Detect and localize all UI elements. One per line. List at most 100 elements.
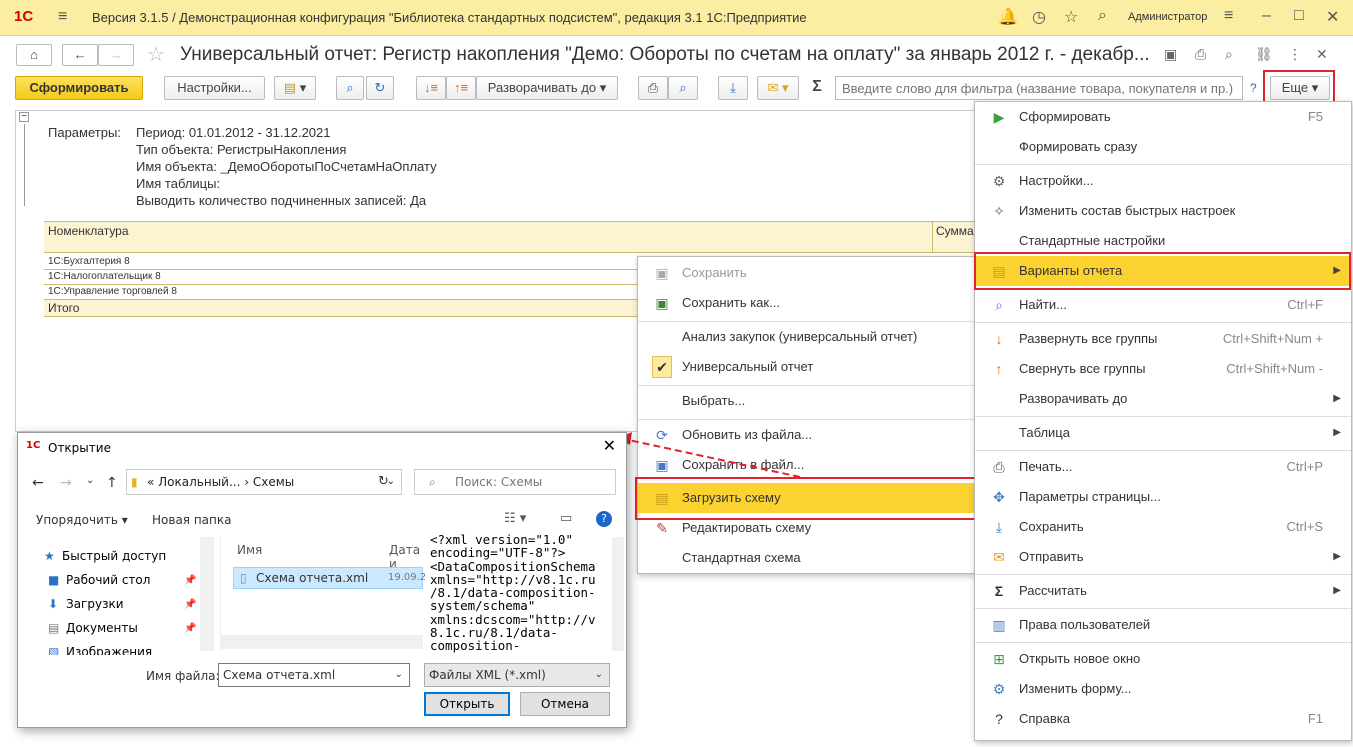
favorites-icon[interactable]: ☆ — [1064, 7, 1078, 27]
filter-input[interactable] — [835, 76, 1243, 100]
collapse-all-button[interactable]: ↑≡ — [446, 76, 476, 100]
menu-item-save[interactable]: ▣ Сохранить — [638, 258, 974, 288]
horizontal-scrollbar[interactable] — [221, 635, 423, 649]
menu-item-table[interactable]: Таблица ▶ — [975, 418, 1351, 448]
menu-item-calculate[interactable]: Σ Рассчитать ▶ — [975, 576, 1351, 606]
open-button[interactable]: Открыть — [424, 692, 510, 716]
menu-item-purchase-analysis[interactable]: Анализ закупок (универсальный отчет) — [638, 322, 974, 352]
nav-images[interactable]: ▧ Изображения — [48, 645, 152, 655]
favorite-star-icon[interactable]: ☆ — [147, 42, 165, 67]
search-icon[interactable]: ⌕ — [1098, 7, 1107, 25]
chevron-down-icon[interactable]: ⌄ — [395, 664, 403, 686]
menu-icon[interactable]: ≡ — [58, 8, 67, 26]
table-row[interactable]: 1С:Управление торговлей 8 — [44, 285, 638, 300]
nav-documents[interactable]: ▤ Документы — [48, 621, 138, 635]
bell-icon[interactable]: 🔔 — [998, 7, 1018, 27]
minimize-icon[interactable]: – — [1262, 7, 1271, 25]
send-button[interactable]: ✉ ▾ — [757, 76, 799, 100]
print-icon[interactable]: ⎙ — [1195, 46, 1206, 63]
variants-dropdown-button[interactable]: ▤ ▾ — [274, 76, 316, 100]
menu-item-user-rights[interactable]: ▥ Права пользователей — [975, 610, 1351, 640]
menu-item-help[interactable]: ? Справка F1 — [975, 704, 1351, 734]
expand-to-label: Разворачивать до — [487, 80, 597, 95]
menu-item-refresh-from-file[interactable]: ⟳ Обновить из файла... — [638, 420, 974, 450]
help-icon[interactable]: ? — [1250, 81, 1257, 95]
new-folder-button[interactable]: Новая папка — [152, 513, 231, 527]
expand-to-button[interactable]: Разворачивать до ▾ — [476, 76, 618, 100]
menu-item-standard-schema[interactable]: Стандартная схема — [638, 543, 974, 573]
filename-input[interactable]: Схема отчета.xml ⌄ — [218, 663, 410, 687]
address-bar[interactable]: ▮ « Локальный... › Схемы ⌄ — [126, 469, 402, 495]
collapse-toggle-icon[interactable]: − — [19, 112, 29, 122]
refresh-icon[interactable]: ↻ — [378, 474, 389, 489]
back-button[interactable]: ← — [62, 44, 98, 66]
expand-all-button[interactable]: ↓≡ — [416, 76, 446, 100]
table-row[interactable]: 1С:Налогоплательщик 8 — [44, 270, 638, 285]
filetype-select[interactable]: Файлы XML (*.xml) ⌄ — [424, 663, 610, 687]
maximize-icon[interactable]: □ — [1294, 7, 1304, 25]
pin-icon: 📌 — [184, 599, 197, 610]
find-button[interactable]: ⌕ — [336, 76, 364, 100]
menu-item-generate-immediately[interactable]: Формировать сразу — [975, 132, 1351, 162]
menu-item-change-form[interactable]: ⚙ Изменить форму... — [975, 674, 1351, 704]
preview-pane-icon[interactable]: ▭ — [560, 511, 572, 526]
history-icon[interactable]: ◷ — [1032, 7, 1046, 27]
up-icon[interactable]: ↑ — [106, 475, 118, 491]
settings-button[interactable]: Настройки... — [164, 76, 265, 100]
menu-item-choose[interactable]: Выбрать... — [638, 386, 974, 416]
more-vert-icon[interactable]: ⋮ — [1288, 46, 1302, 63]
preview-scrollbar[interactable] — [612, 537, 624, 651]
menu-item-universal-report[interactable]: ✔ Универсальный отчет — [638, 352, 974, 382]
preview-icon[interactable]: ⌕ — [1225, 46, 1233, 63]
menu-item-settings[interactable]: ⚙ Настройки... — [975, 166, 1351, 196]
generate-button[interactable]: Сформировать — [15, 76, 143, 100]
menu-item-new-window[interactable]: ⊞ Открыть новое окно — [975, 644, 1351, 674]
nav-downloads[interactable]: ⬇ Загрузки — [48, 597, 124, 611]
new-window-icon: ⊞ — [993, 651, 1005, 667]
help-icon[interactable]: ? — [596, 511, 612, 527]
nav-quick-access[interactable]: ★ Быстрый доступ — [44, 549, 166, 563]
menu-item-expand-to[interactable]: Разворачивать до ▶ — [975, 384, 1351, 414]
window-title: Версия 3.1.5 / Демонстрационная конфигур… — [92, 10, 807, 25]
save-icon[interactable]: ▣ — [1164, 46, 1177, 63]
file-row[interactable]: ▯ Схема отчета.xml 19.09.2 — [233, 567, 426, 589]
menu-item-generate[interactable]: ▶ Сформировать F5 — [975, 102, 1351, 132]
sigma-button[interactable]: Σ — [806, 76, 828, 100]
back-icon[interactable]: ← — [32, 475, 44, 491]
column-header-name[interactable]: Имя — [237, 543, 262, 557]
download-button[interactable]: ⤓ — [718, 76, 748, 100]
nav-desktop[interactable]: ■ Рабочий стол — [48, 573, 150, 587]
forward-icon[interactable]: → — [60, 475, 72, 491]
menu-item-quick-settings[interactable]: ✧ Изменить состав быстрых настроек — [975, 196, 1351, 226]
preview-button[interactable]: ⌕ — [668, 76, 698, 100]
organize-button[interactable]: Упорядочить ▾ — [36, 513, 128, 527]
user-name[interactable]: Администратор — [1128, 11, 1207, 23]
print-button[interactable]: ⎙ — [638, 76, 668, 100]
table-row[interactable]: 1С:Бухгалтерия 8 — [44, 255, 638, 270]
close-form-icon[interactable]: ✕ — [1316, 46, 1328, 63]
expand-icon: ↓≡ — [423, 80, 439, 95]
find-next-button[interactable]: ↻ — [366, 76, 394, 100]
menu-item-send[interactable]: ✉ Отправить ▶ — [975, 542, 1351, 572]
chevron-down-icon[interactable]: ⌄ — [595, 664, 603, 686]
menu-item-expand-all[interactable]: ↓ Развернуть все группы Ctrl+Shift+Num + — [975, 324, 1351, 354]
nav-scrollbar[interactable] — [200, 537, 214, 651]
close-window-icon[interactable]: ✕ — [1326, 7, 1339, 27]
cancel-button[interactable]: Отмена — [520, 692, 610, 716]
menu-item-page-setup[interactable]: ✥ Параметры страницы... — [975, 482, 1351, 512]
menu-item-save-to-file[interactable]: ▣ Сохранить в файл... — [638, 450, 974, 480]
settings-menu-icon[interactable]: ≡ — [1224, 7, 1233, 25]
close-icon[interactable]: ✕ — [603, 436, 616, 455]
chevron-down-icon[interactable]: ⌄ — [86, 475, 94, 486]
menu-item-collapse-all[interactable]: ↑ Свернуть все группы Ctrl+Shift+Num - — [975, 354, 1351, 384]
forward-button[interactable]: → — [98, 44, 134, 66]
menu-item-find[interactable]: ⌕ Найти... Ctrl+F — [975, 290, 1351, 320]
view-options-icon[interactable]: ☷ ▾ — [504, 511, 526, 526]
home-button[interactable]: ⌂ — [16, 44, 52, 66]
search-input[interactable]: ⌕ Поиск: Схемы — [414, 469, 616, 495]
menu-item-save[interactable]: ⤓ Сохранить Ctrl+S — [975, 512, 1351, 542]
link-icon[interactable]: ⛓ — [1255, 46, 1273, 63]
menu-item-save-as[interactable]: ▣ Сохранить как... — [638, 288, 974, 318]
play-icon: ▶ — [993, 109, 1005, 125]
menu-item-print[interactable]: ⎙ Печать... Ctrl+P — [975, 452, 1351, 482]
